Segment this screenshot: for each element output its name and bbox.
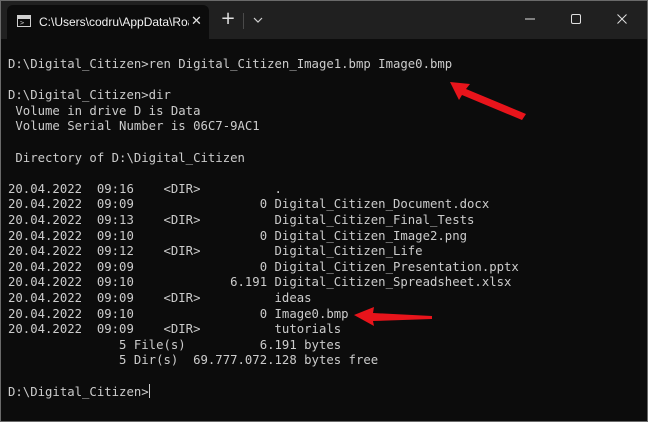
tab-divider: [243, 13, 244, 29]
annotation-arrow-icon: [450, 82, 526, 120]
terminal-line: 20.04.2022 09:10 0 Image0.bmp: [8, 306, 349, 321]
command-prompt-icon: >_: [17, 15, 31, 27]
title-bar: >_ C:\Users\codru\AppData\Roaming ✕ +: [1, 1, 647, 39]
tab-command-prompt[interactable]: >_ C:\Users\codru\AppData\Roaming ✕: [7, 5, 209, 39]
command-prompt-line: D:\Digital_Citizen>: [8, 384, 150, 400]
terminal-line: 20.04.2022 09:10 6.191 Digital_Citizen_S…: [8, 275, 512, 290]
terminal-line: Volume Serial Number is 06C7-9AC1: [8, 119, 260, 134]
terminal-line: D:\Digital_Citizen>dir: [8, 88, 171, 103]
tab-close-button[interactable]: ✕: [191, 13, 202, 31]
terminal-line: D:\Digital_Citizen>ren Digital_Citizen_I…: [8, 57, 453, 71]
terminal-line: 5 Dir(s) 69.777.072.128 bytes free: [8, 353, 379, 368]
new-tab-button[interactable]: +: [217, 9, 239, 31]
terminal-line: Directory of D:\Digital_Citizen: [8, 150, 245, 165]
terminal-line: 5 File(s) 6.191 bytes: [8, 337, 342, 352]
terminal-line: 20.04.2022 09:09 0 Digital_Citizen_Prese…: [8, 259, 519, 274]
terminal-line: 20.04.2022 09:12 <DIR> Digital_Citizen_L…: [8, 244, 423, 259]
minimize-button[interactable]: [507, 1, 553, 37]
tab-title: C:\Users\codru\AppData\Roaming: [39, 15, 189, 29]
maximize-button[interactable]: [553, 1, 599, 37]
terminal-line: Volume in drive D is Data: [8, 103, 201, 118]
text-cursor: [148, 384, 150, 399]
terminal-window: >_ C:\Users\codru\AppData\Roaming ✕ +: [0, 0, 648, 422]
terminal-line: 20.04.2022 09:09 <DIR> tutorials: [8, 322, 342, 337]
chevron-down-icon: [253, 17, 263, 23]
annotation-arrow-icon: [354, 307, 432, 326]
terminal-output[interactable]: D:\Digital_Citizen>ren Digital_Citizen_I…: [8, 57, 519, 400]
tab-dropdown-button[interactable]: [249, 9, 269, 31]
terminal-line: 20.04.2022 09:09 0 Digital_Citizen_Docum…: [8, 197, 490, 212]
close-icon: [617, 14, 627, 24]
terminal-line: 20.04.2022 09:13 <DIR> Digital_Citizen_F…: [8, 212, 475, 227]
close-window-button[interactable]: [599, 1, 645, 37]
terminal-line: 20.04.2022 09:09 <DIR> ideas: [8, 290, 312, 305]
maximize-icon: [571, 14, 581, 24]
minimize-icon: [525, 18, 535, 20]
terminal-line: 20.04.2022 09:16 <DIR> .: [8, 181, 282, 196]
terminal-line: 20.04.2022 09:10 0 Digital_Citizen_Image…: [8, 228, 468, 243]
